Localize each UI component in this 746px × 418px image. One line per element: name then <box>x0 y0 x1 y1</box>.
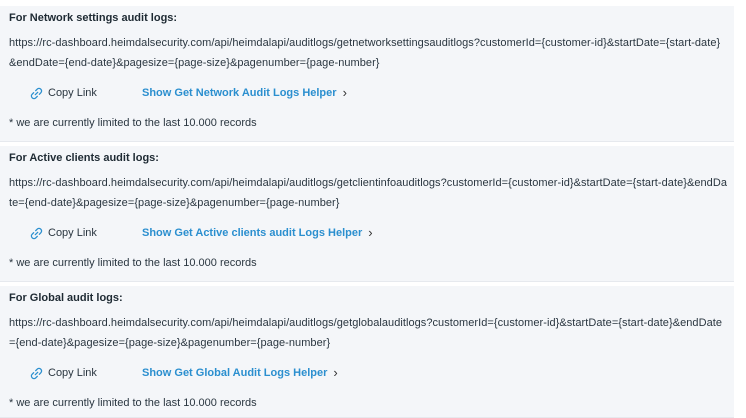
helper-label: Show Get Global Audit Logs Helper <box>142 367 328 379</box>
show-global-audit-helper-link[interactable]: Show Get Global Audit Logs Helper › <box>142 364 338 382</box>
active-clients-audit-logs-section: For Active clients audit logs: https://r… <box>0 146 734 282</box>
link-icon <box>30 87 43 100</box>
link-icon <box>30 367 43 380</box>
chevron-right-icon: › <box>368 225 373 240</box>
section-heading: For Network settings audit logs: <box>9 12 178 24</box>
copy-link-label: Copy Link <box>48 367 97 379</box>
copy-link-label: Copy Link <box>48 227 97 239</box>
actions-row: Copy Link Show Get Global Audit Logs Hel… <box>0 364 734 382</box>
records-limit-note: * we are currently limited to the last 1… <box>9 257 257 269</box>
copy-link-label: Copy Link <box>48 87 97 99</box>
actions-row: Copy Link Show Get Network Audit Logs He… <box>0 84 734 102</box>
chevron-right-icon: › <box>333 365 338 380</box>
show-network-audit-helper-link[interactable]: Show Get Network Audit Logs Helper › <box>142 84 347 102</box>
network-settings-audit-logs-section: For Network settings audit logs: https:/… <box>0 6 734 142</box>
endpoint-url: https://rc-dashboard.heimdalsecurity.com… <box>9 37 721 69</box>
records-limit-note: * we are currently limited to the last 1… <box>9 397 257 409</box>
link-icon <box>30 227 43 240</box>
records-limit-note: * we are currently limited to the last 1… <box>9 117 257 129</box>
endpoint-url: https://rc-dashboard.heimdalsecurity.com… <box>9 317 723 349</box>
section-heading: For Active clients audit logs: <box>9 152 159 164</box>
chevron-right-icon: › <box>342 85 347 100</box>
helper-label: Show Get Network Audit Logs Helper <box>142 87 337 99</box>
endpoint-url: https://rc-dashboard.heimdalsecurity.com… <box>9 177 728 209</box>
show-active-clients-audit-helper-link[interactable]: Show Get Active clients audit Logs Helpe… <box>142 224 373 242</box>
copy-link-button[interactable]: Copy Link <box>30 84 97 102</box>
section-heading: For Global audit logs: <box>9 292 123 304</box>
actions-row: Copy Link Show Get Active clients audit … <box>0 224 734 242</box>
copy-link-button[interactable]: Copy Link <box>30 224 97 242</box>
helper-label: Show Get Active clients audit Logs Helpe… <box>142 227 363 239</box>
copy-link-button[interactable]: Copy Link <box>30 364 97 382</box>
global-audit-logs-section: For Global audit logs: https://rc-dashbo… <box>0 286 734 418</box>
